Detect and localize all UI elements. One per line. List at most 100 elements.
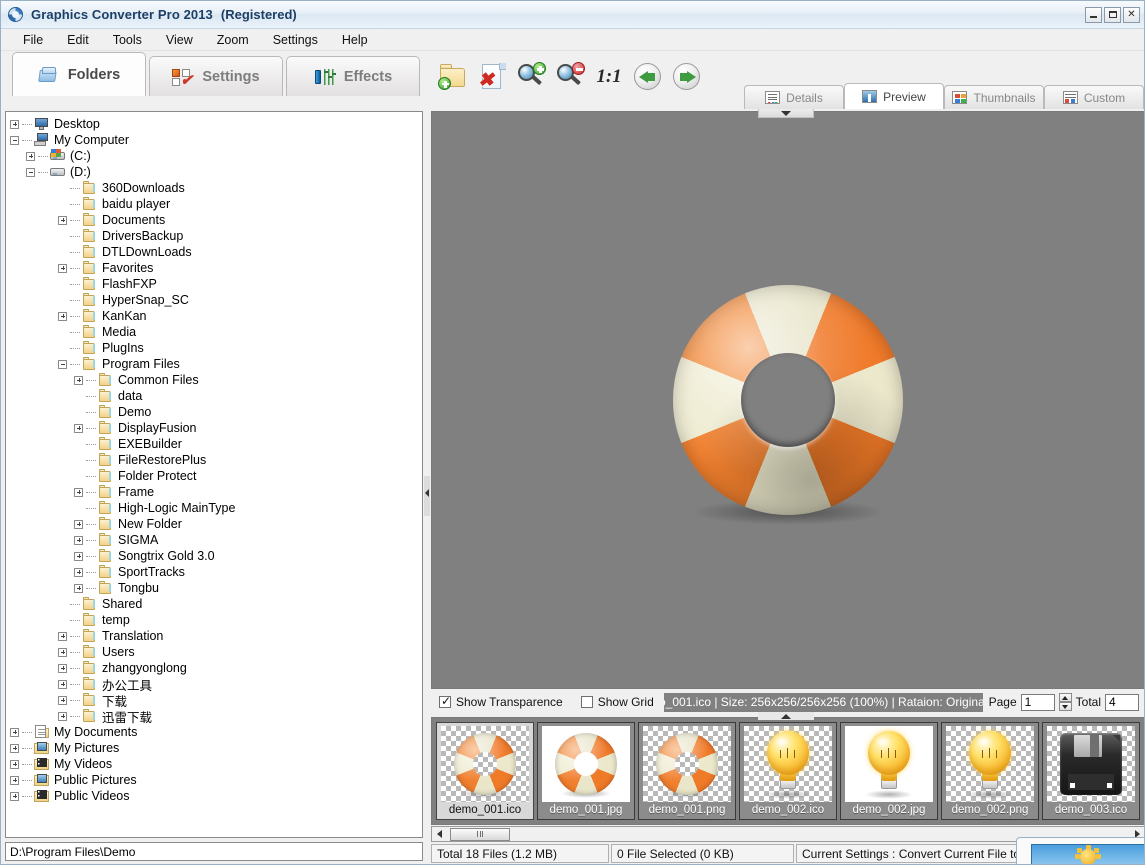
thumbnail-item[interactable]: demo_002.ico xyxy=(739,722,837,820)
tree-item[interactable]: DriversBackup xyxy=(10,228,422,244)
thumbnail-item[interactable]: demo_002.jpg xyxy=(840,722,938,820)
menu-zoom[interactable]: Zoom xyxy=(205,31,261,49)
tree-item[interactable]: My Pictures xyxy=(10,740,422,756)
close-button[interactable]: ✕ xyxy=(1123,7,1140,23)
tree-item[interactable]: PlugIns xyxy=(10,340,422,356)
tree-item[interactable]: Favorites xyxy=(10,260,422,276)
next-icon[interactable] xyxy=(672,62,702,92)
show-transparence-checkbox[interactable]: Show Transparence xyxy=(431,691,573,713)
expand-icon[interactable] xyxy=(10,776,19,785)
expand-icon[interactable] xyxy=(58,312,67,321)
tree-item[interactable]: Folder Protect xyxy=(10,468,422,484)
menu-settings[interactable]: Settings xyxy=(261,31,330,49)
tab-settings[interactable]: ✔ Settings xyxy=(149,56,283,96)
expand-icon[interactable] xyxy=(10,792,19,801)
tree-item[interactable]: EXEBuilder xyxy=(10,436,422,452)
tree-item[interactable]: Documents xyxy=(10,212,422,228)
previous-icon[interactable] xyxy=(633,62,663,92)
tree-item[interactable]: My Computer xyxy=(10,132,422,148)
tab-custom[interactable]: Custom xyxy=(1044,85,1144,109)
vertical-splitter[interactable] xyxy=(424,111,430,838)
tree-item[interactable]: Program Files xyxy=(10,356,422,372)
menu-tools[interactable]: Tools xyxy=(101,31,154,49)
expand-icon[interactable] xyxy=(58,216,67,225)
corner-preview-panel[interactable] xyxy=(1016,837,1144,865)
tree-item[interactable]: Common Files xyxy=(10,372,422,388)
expand-icon[interactable] xyxy=(74,520,83,529)
expand-icon[interactable] xyxy=(74,552,83,561)
show-transparence-box-icon[interactable] xyxy=(439,696,451,708)
zoom-out-icon[interactable] xyxy=(555,62,585,92)
tree-item[interactable]: Demo xyxy=(10,404,422,420)
expand-icon[interactable] xyxy=(26,152,35,161)
tree-item[interactable]: temp xyxy=(10,612,422,628)
expand-icon[interactable] xyxy=(58,632,67,641)
tree-item[interactable]: data xyxy=(10,388,422,404)
tree-item[interactable]: Tongbu xyxy=(10,580,422,596)
tree-item[interactable]: zhangyonglong xyxy=(10,660,422,676)
tree-item[interactable]: Media xyxy=(10,324,422,340)
tree-item[interactable]: DTLDownLoads xyxy=(10,244,422,260)
scrollbar-thumb[interactable] xyxy=(450,828,510,841)
tab-preview[interactable]: Preview xyxy=(844,83,944,109)
actual-size-icon[interactable]: 1:1 xyxy=(594,62,624,92)
tab-folders[interactable]: Folders xyxy=(12,52,146,96)
expand-icon[interactable] xyxy=(74,568,83,577)
thumbnail-item[interactable]: demo_001.png xyxy=(638,722,736,820)
page-spinner[interactable] xyxy=(1059,693,1072,711)
expand-icon[interactable] xyxy=(10,760,19,769)
expand-icon[interactable] xyxy=(74,536,83,545)
expand-icon[interactable] xyxy=(74,488,83,497)
expand-icon[interactable] xyxy=(58,696,67,705)
tree-item[interactable]: Shared xyxy=(10,596,422,612)
tree-item[interactable]: 办公工具 xyxy=(10,676,422,692)
show-grid-checkbox[interactable]: Show Grid xyxy=(573,691,664,713)
tree-item[interactable]: My Documents xyxy=(10,724,422,740)
tree-item[interactable]: (D:) xyxy=(10,164,422,180)
expand-icon[interactable] xyxy=(58,648,67,657)
tree-item[interactable]: (C:) xyxy=(10,148,422,164)
thumbnail-item[interactable]: demo_002.png xyxy=(941,722,1039,820)
tree-item[interactable]: Translation xyxy=(10,628,422,644)
show-grid-box-icon[interactable] xyxy=(581,696,593,708)
expand-icon[interactable] xyxy=(74,584,83,593)
menu-help[interactable]: Help xyxy=(330,31,380,49)
folder-tree-panel[interactable]: DesktopMy Computer(C:)(D:)360Downloadsba… xyxy=(5,111,423,838)
add-folder-icon[interactable] xyxy=(438,62,468,92)
expand-icon[interactable] xyxy=(58,712,67,721)
tab-thumbnails[interactable]: Thumbnails xyxy=(944,85,1044,109)
expand-icon[interactable] xyxy=(58,664,67,673)
collapse-icon[interactable] xyxy=(10,136,19,145)
tree-item[interactable]: Public Videos xyxy=(10,788,422,804)
tree-item[interactable]: 360Downloads xyxy=(10,180,422,196)
thumbnails-collapse-arrow-icon[interactable] xyxy=(758,712,814,720)
collapse-icon[interactable] xyxy=(26,168,35,177)
maximize-button[interactable] xyxy=(1104,7,1121,23)
splitter-collapse-arrow-icon[interactable] xyxy=(425,489,429,497)
tree-item[interactable]: Frame xyxy=(10,484,422,500)
thumbnail-item[interactable]: demo_001.ico xyxy=(436,722,534,820)
expand-icon[interactable] xyxy=(58,680,67,689)
menu-edit[interactable]: Edit xyxy=(55,31,101,49)
tree-item[interactable]: High-Logic MainType xyxy=(10,500,422,516)
tree-item[interactable]: 下载 xyxy=(10,692,422,708)
page-spinner-up-icon[interactable] xyxy=(1059,693,1072,702)
tree-item[interactable]: My Videos xyxy=(10,756,422,772)
tree-item[interactable]: 迅雷下载 xyxy=(10,708,422,724)
delete-file-icon[interactable]: ✖ xyxy=(477,62,507,92)
tree-item[interactable]: HyperSnap_SC xyxy=(10,292,422,308)
current-path-field[interactable]: D:\Program Files\Demo xyxy=(5,842,423,861)
minimize-button[interactable] xyxy=(1085,7,1102,23)
tree-item[interactable]: SIGMA xyxy=(10,532,422,548)
thumbnail-item[interactable]: demo_001.jpg xyxy=(537,722,635,820)
expand-icon[interactable] xyxy=(10,728,19,737)
tree-item[interactable]: Songtrix Gold 3.0 xyxy=(10,548,422,564)
expand-icon[interactable] xyxy=(10,744,19,753)
thumbnail-strip[interactable]: demo_001.icodemo_001.jpgdemo_001.pngdemo… xyxy=(431,717,1145,825)
collapse-icon[interactable] xyxy=(58,360,67,369)
tree-item[interactable]: New Folder xyxy=(10,516,422,532)
tab-details[interactable]: Details xyxy=(744,85,844,109)
tree-item[interactable]: FlashFXP xyxy=(10,276,422,292)
expand-icon[interactable] xyxy=(58,264,67,273)
tree-item[interactable]: Users xyxy=(10,644,422,660)
